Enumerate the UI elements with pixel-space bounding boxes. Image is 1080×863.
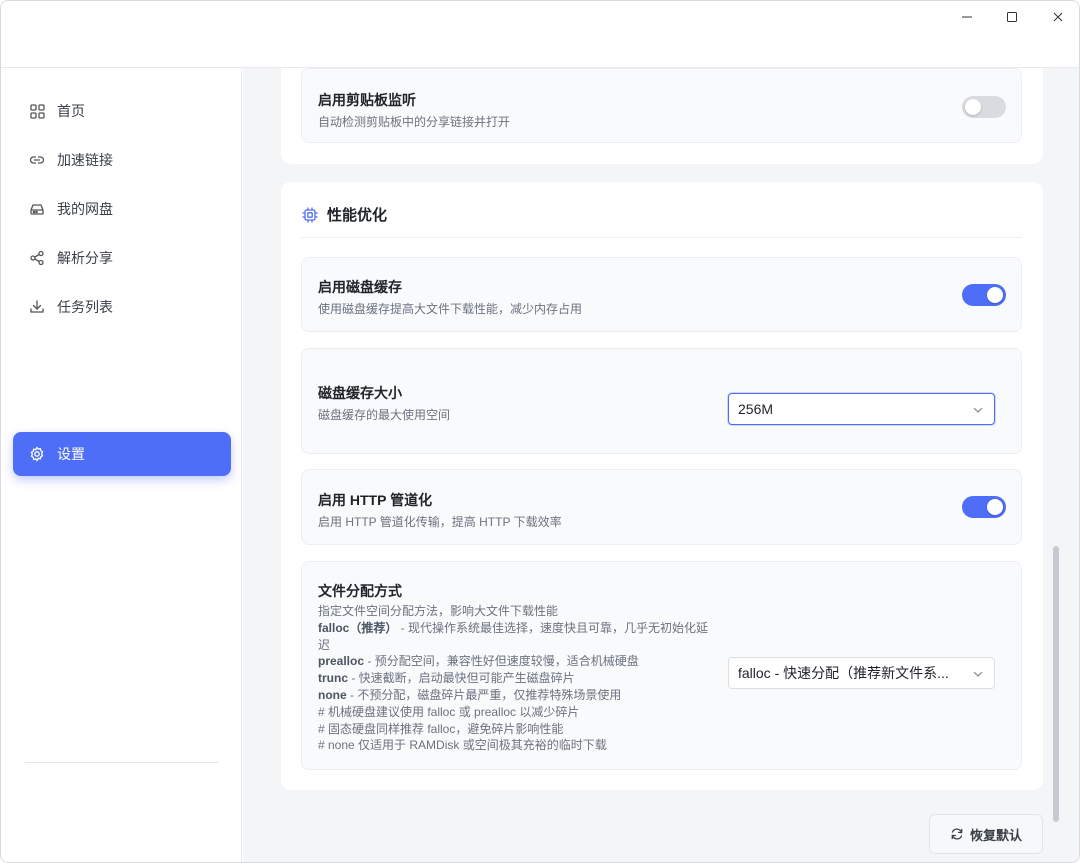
http-pipelining-toggle[interactable] [962,496,1006,518]
setting-label: 启用剪贴板监听 [318,92,416,108]
app-window: 首页 加速链接 我的网盘 解析分享 任务列表 设置 启用剪贴板监听 自动检测剪贴… [0,0,1080,863]
download-icon [29,299,45,315]
chip-icon [301,206,319,224]
maximize-icon [1007,12,1017,22]
minimize-button[interactable] [944,5,990,29]
sidebar: 首页 加速链接 我的网盘 解析分享 任务列表 设置 [1,68,242,862]
sidebar-item-home[interactable]: 首页 [13,89,231,133]
chevron-down-icon [973,407,983,413]
clipboard-toggle[interactable] [962,96,1006,118]
scrollbar[interactable] [1053,546,1059,822]
refresh-icon [950,827,964,841]
clipboard-setting: 启用剪贴板监听 自动检测剪贴板中的分享链接并打开 [301,68,1022,143]
sidebar-item-label: 任务列表 [57,299,113,315]
sidebar-item-label: 加速链接 [57,152,113,168]
cache-size-setting: 磁盘缓存大小 磁盘缓存的最大使用空间 256M [301,348,1022,454]
setting-description: 磁盘缓存的最大使用空间 [318,408,451,422]
maximize-button[interactable] [989,5,1035,29]
setting-description: 使用磁盘缓存提高大文件下载性能，减少内存占用 [318,302,583,316]
close-button[interactable] [1035,5,1079,29]
link-icon [29,152,45,168]
performance-card: 性能优化 启用磁盘缓存 使用磁盘缓存提高大文件下载性能，减少内存占用 磁盘缓存大… [281,182,1043,790]
title-bar [1,1,1079,68]
disk-cache-toggle[interactable] [962,284,1006,306]
sidebar-item-my-drive[interactable]: 我的网盘 [13,187,231,231]
file-alloc-select[interactable]: falloc - 快速分配（推荐新文件系... [728,657,995,689]
section-divider [301,237,1022,238]
setting-label: 启用磁盘缓存 [318,279,402,295]
sidebar-item-label: 设置 [57,446,85,462]
setting-description: 自动检测剪贴板中的分享链接并打开 [318,115,511,129]
settings-content: 启用剪贴板监听 自动检测剪贴板中的分享链接并打开 性能优化 启用磁盘缓存 使用磁… [243,68,1079,862]
setting-label: 磁盘缓存大小 [318,385,402,401]
sidebar-item-label: 首页 [57,103,85,119]
setting-description: 启用 HTTP 管道化传输，提高 HTTP 下载效率 [318,515,562,529]
sidebar-divider [25,762,218,763]
grid-icon [29,103,45,119]
sidebar-item-settings[interactable]: 设置 [13,432,231,476]
file-alloc-setting: 文件分配方式 指定文件空间分配方法，影响大文件下载性能 falloc（推荐） -… [301,561,1022,770]
setting-label: 启用 HTTP 管道化 [318,492,433,508]
drive-icon [29,201,45,217]
sidebar-item-parse-share[interactable]: 解析分享 [13,236,231,280]
setting-label: 文件分配方式 [318,583,402,599]
share-icon [29,250,45,266]
reset-default-button[interactable]: 恢复默认 [929,814,1043,854]
close-icon [1053,12,1063,22]
sidebar-item-label: 我的网盘 [57,201,113,217]
file-alloc-description: 指定文件空间分配方法，影响大文件下载性能 falloc（推荐） - 现代操作系统… [318,604,709,753]
minimize-icon [962,16,972,18]
section-title: 性能优化 [301,204,387,225]
chevron-down-icon [973,671,983,677]
gear-icon [29,446,45,462]
sidebar-item-task-list[interactable]: 任务列表 [13,285,231,329]
cache-size-select[interactable]: 256M [728,393,995,425]
clipboard-card: 启用剪贴板监听 自动检测剪贴板中的分享链接并打开 [281,68,1043,164]
sidebar-item-accelerate-link[interactable]: 加速链接 [13,138,231,182]
sidebar-item-label: 解析分享 [57,250,113,266]
disk-cache-setting: 启用磁盘缓存 使用磁盘缓存提高大文件下载性能，减少内存占用 [301,257,1022,332]
http-pipelining-setting: 启用 HTTP 管道化 启用 HTTP 管道化传输，提高 HTTP 下载效率 [301,469,1022,545]
